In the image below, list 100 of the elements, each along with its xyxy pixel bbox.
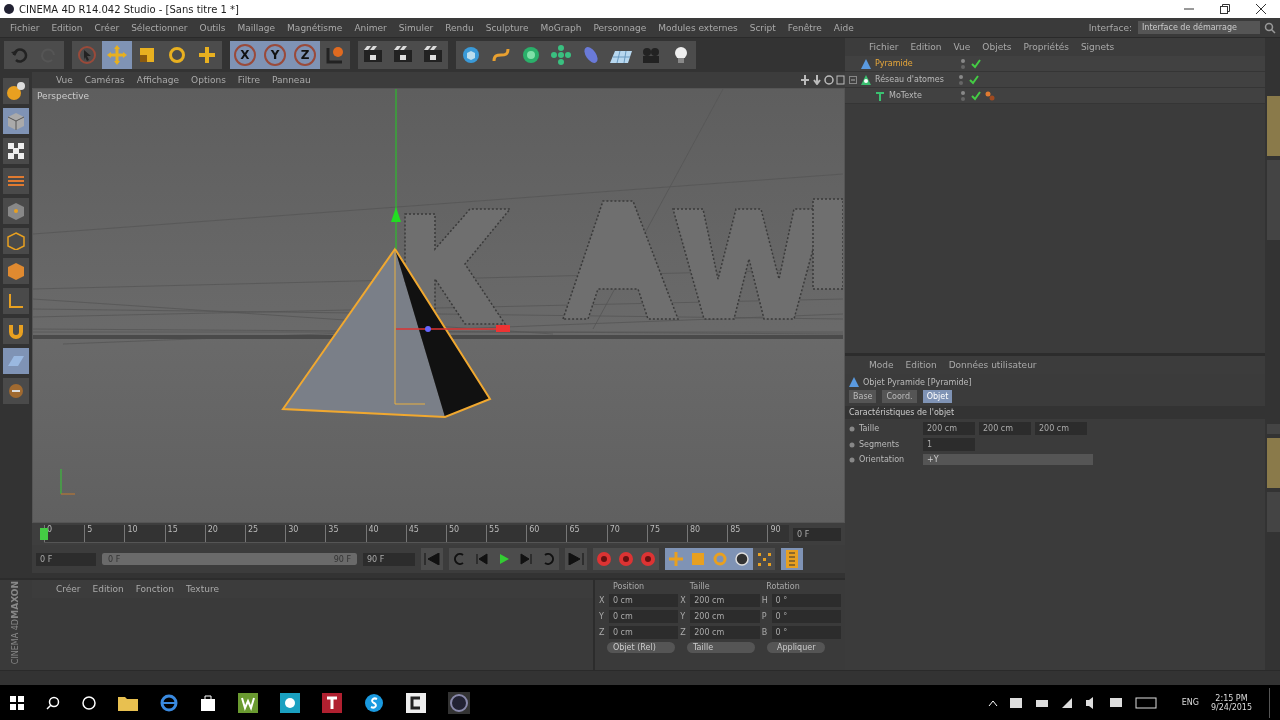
app-tile-icon[interactable]: [238, 692, 258, 713]
position-field[interactable]: 0 cm: [608, 626, 679, 639]
view-controls-icon[interactable]: [801, 75, 845, 85]
menu-item[interactable]: Sculpture: [479, 22, 535, 33]
tab[interactable]: Coord.: [882, 390, 917, 403]
viewport-menu-item[interactable]: Caméras: [78, 75, 131, 85]
menu-item[interactable]: Edition: [904, 42, 948, 52]
close-icon[interactable]: [1256, 4, 1266, 14]
tool-button[interactable]: [3, 138, 29, 164]
cinema-app-icon[interactable]: [448, 691, 470, 714]
search-icon[interactable]: [46, 695, 60, 710]
menu-item[interactable]: Edition: [45, 22, 89, 33]
menu-item[interactable]: Personnage: [587, 22, 653, 33]
menu-item[interactable]: Objets: [976, 42, 1018, 52]
size-field[interactable]: 200 cm: [690, 594, 760, 607]
start-frame-field[interactable]: 0 F: [36, 552, 96, 566]
tool-button[interactable]: [3, 288, 29, 314]
number-field[interactable]: 200 cm: [1035, 422, 1087, 435]
viewport[interactable]: Perspective: [32, 88, 845, 523]
menu-item[interactable]: Fichier: [4, 22, 46, 33]
menu-item[interactable]: Edition: [899, 360, 943, 370]
rotation-field[interactable]: 0 °: [771, 610, 841, 623]
menu-item[interactable]: Propriétés: [1017, 42, 1075, 52]
menu-item[interactable]: Script: [743, 22, 782, 33]
viewport-menu-item[interactable]: Filtre: [231, 75, 266, 85]
menu-item[interactable]: Mode: [863, 360, 900, 370]
menu-item[interactable]: MoGraph: [534, 22, 588, 33]
frame-number: 50: [445, 525, 487, 542]
size-mode-dropdown[interactable]: Taille: [687, 642, 755, 653]
key-filter-button[interactable]: [731, 548, 753, 570]
number-field[interactable]: 200 cm: [923, 422, 975, 435]
menu-item[interactable]: Rendu: [439, 22, 480, 33]
timeline-ruler[interactable]: 0 5 10 15 20 25 30 35 40 45 50 55 60 65 70 75 80 85 90 0 F: [32, 523, 845, 545]
atom-icon: [861, 74, 871, 85]
playback-button[interactable]: [421, 548, 443, 570]
chat-app-icon[interactable]: [364, 692, 384, 713]
mode-dropdown[interactable]: Objet (Rel): [607, 642, 675, 653]
clock-time[interactable]: 2:15 PM: [1215, 693, 1248, 703]
menu-item[interactable]: Modules externes: [652, 22, 744, 33]
clock-date[interactable]: 9/24/2015: [1210, 702, 1252, 712]
position-field[interactable]: 0 cm: [608, 594, 679, 607]
apply-button[interactable]: Appliquer: [767, 642, 826, 653]
app-tile-icon[interactable]: [406, 692, 426, 713]
menu-item[interactable]: Aide: [827, 22, 860, 33]
tool-button[interactable]: [3, 228, 29, 254]
menu-item[interactable]: Fenêtre: [781, 22, 828, 33]
menu-item[interactable]: Sélectionner: [125, 22, 194, 33]
tab[interactable]: Base: [849, 390, 877, 403]
browser-icon[interactable]: [160, 693, 178, 712]
viewport-menu-item[interactable]: Panneau: [265, 75, 317, 85]
playback-button[interactable]: [565, 548, 587, 570]
menu-item[interactable]: Maillage: [231, 22, 282, 33]
rotation-field[interactable]: 0 °: [771, 626, 841, 639]
viewport-menu-item[interactable]: Affichage: [130, 75, 186, 85]
number-field[interactable]: 1: [923, 438, 975, 451]
store-bag-icon[interactable]: [200, 693, 216, 712]
frame-number: 25: [244, 525, 286, 542]
menu-item[interactable]: Fonction: [129, 584, 180, 594]
end-frame-field[interactable]: 90 F: [363, 552, 415, 566]
restore-icon[interactable]: [1220, 4, 1230, 14]
menu-item[interactable]: Outils: [193, 22, 232, 33]
menu-item[interactable]: Créer: [88, 22, 126, 33]
rotation-field[interactable]: 0 °: [771, 594, 841, 607]
task-view-icon[interactable]: [82, 695, 96, 710]
object-name[interactable]: MoTexte: [889, 91, 955, 100]
collapse-icon[interactable]: [849, 75, 857, 84]
menu-item[interactable]: Fichier: [863, 42, 905, 52]
size-field[interactable]: 200 cm: [690, 610, 760, 623]
menu-item[interactable]: Magnétisme: [281, 22, 349, 33]
timeline-button[interactable]: [781, 548, 803, 570]
app-tile-icon[interactable]: [280, 692, 300, 713]
windows-logo-icon[interactable]: [10, 695, 24, 710]
size-field[interactable]: 200 cm: [690, 626, 760, 639]
object-name[interactable]: Réseau d'atomes: [875, 75, 953, 84]
menu-item[interactable]: Signets: [1074, 42, 1121, 52]
menu-item[interactable]: Données utilisateur: [942, 360, 1043, 370]
menu-item[interactable]: Créer: [50, 584, 87, 594]
viewport-menu-item[interactable]: Vue: [50, 75, 79, 85]
number-field[interactable]: 200 cm: [979, 422, 1031, 435]
dropdown[interactable]: +Y: [923, 454, 1093, 465]
view-label: Perspective: [37, 91, 90, 101]
tool-button[interactable]: [3, 258, 29, 284]
chevron-up-icon[interactable]: [987, 698, 998, 707]
tab[interactable]: Objet: [922, 390, 953, 403]
menu-item[interactable]: Texture: [179, 584, 225, 594]
menu-item[interactable]: Animer: [348, 22, 393, 33]
tool-button[interactable]: [3, 318, 29, 344]
folder-icon[interactable]: [118, 694, 138, 711]
object-name[interactable]: Pyramide: [875, 59, 955, 68]
tool-button[interactable]: [3, 78, 29, 104]
current-frame-field[interactable]: 0 F: [793, 527, 841, 541]
interface-dropdown[interactable]: Interface de démarrage: [1138, 21, 1260, 34]
app-tile-icon[interactable]: [322, 692, 342, 713]
menu-item[interactable]: Vue: [947, 42, 977, 52]
language-indicator[interactable]: ENG: [1181, 698, 1199, 707]
position-field[interactable]: 0 cm: [608, 610, 679, 623]
menu-item[interactable]: Simuler: [392, 22, 440, 33]
tool-button[interactable]: [3, 378, 29, 404]
viewport-menu-item[interactable]: Options: [185, 75, 232, 85]
menu-item[interactable]: Edition: [86, 584, 130, 594]
